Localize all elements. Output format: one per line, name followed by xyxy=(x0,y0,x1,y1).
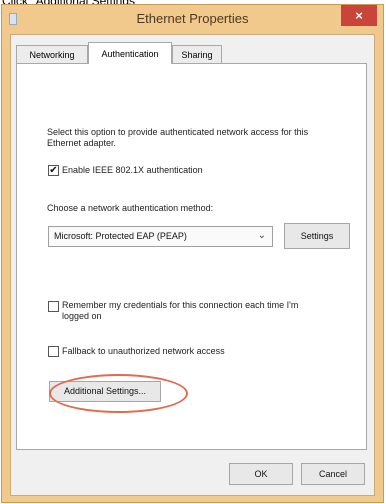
cancel-button[interactable]: Cancel xyxy=(301,463,365,485)
authentication-method-value: Microsoft: Protected EAP (PEAP) xyxy=(54,231,187,241)
description-text: Select this option to provide authentica… xyxy=(47,127,309,148)
authentication-panel: Select this option to provide authentica… xyxy=(16,63,367,450)
title-bar: Ethernet Properties × xyxy=(2,5,383,34)
fallback-label: Fallback to unauthorized network access xyxy=(62,346,225,356)
chevron-down-icon: ⌄ xyxy=(257,230,266,241)
authentication-method-select[interactable]: Microsoft: Protected EAP (PEAP) ⌄ xyxy=(48,226,273,247)
tab-authentication[interactable]: Authentication xyxy=(88,42,172,64)
settings-button[interactable]: Settings xyxy=(284,223,350,249)
ethernet-properties-window: Ethernet Properties × Networking Authent… xyxy=(1,4,384,503)
remember-credentials-checkbox[interactable] xyxy=(48,301,59,312)
method-label: Choose a network authentication method: xyxy=(47,203,214,213)
enable-8021x-checkbox[interactable]: ✔ xyxy=(48,165,59,176)
fallback-checkbox[interactable] xyxy=(48,346,59,357)
close-button[interactable]: × xyxy=(341,5,377,26)
window-title: Ethernet Properties xyxy=(136,11,249,26)
enable-8021x-label: Enable IEEE 802.1X authentication xyxy=(62,165,203,175)
remember-credentials-label: Remember my credentials for this connect… xyxy=(62,300,299,321)
ok-button[interactable]: OK xyxy=(229,463,293,485)
additional-settings-button[interactable]: Additional Settings... xyxy=(49,381,161,402)
tab-networking[interactable]: Networking xyxy=(16,45,88,63)
check-icon: ✔ xyxy=(49,165,58,176)
tab-sharing[interactable]: Sharing xyxy=(172,45,222,63)
dialog-content: Networking Authentication Sharing Select… xyxy=(10,34,375,496)
